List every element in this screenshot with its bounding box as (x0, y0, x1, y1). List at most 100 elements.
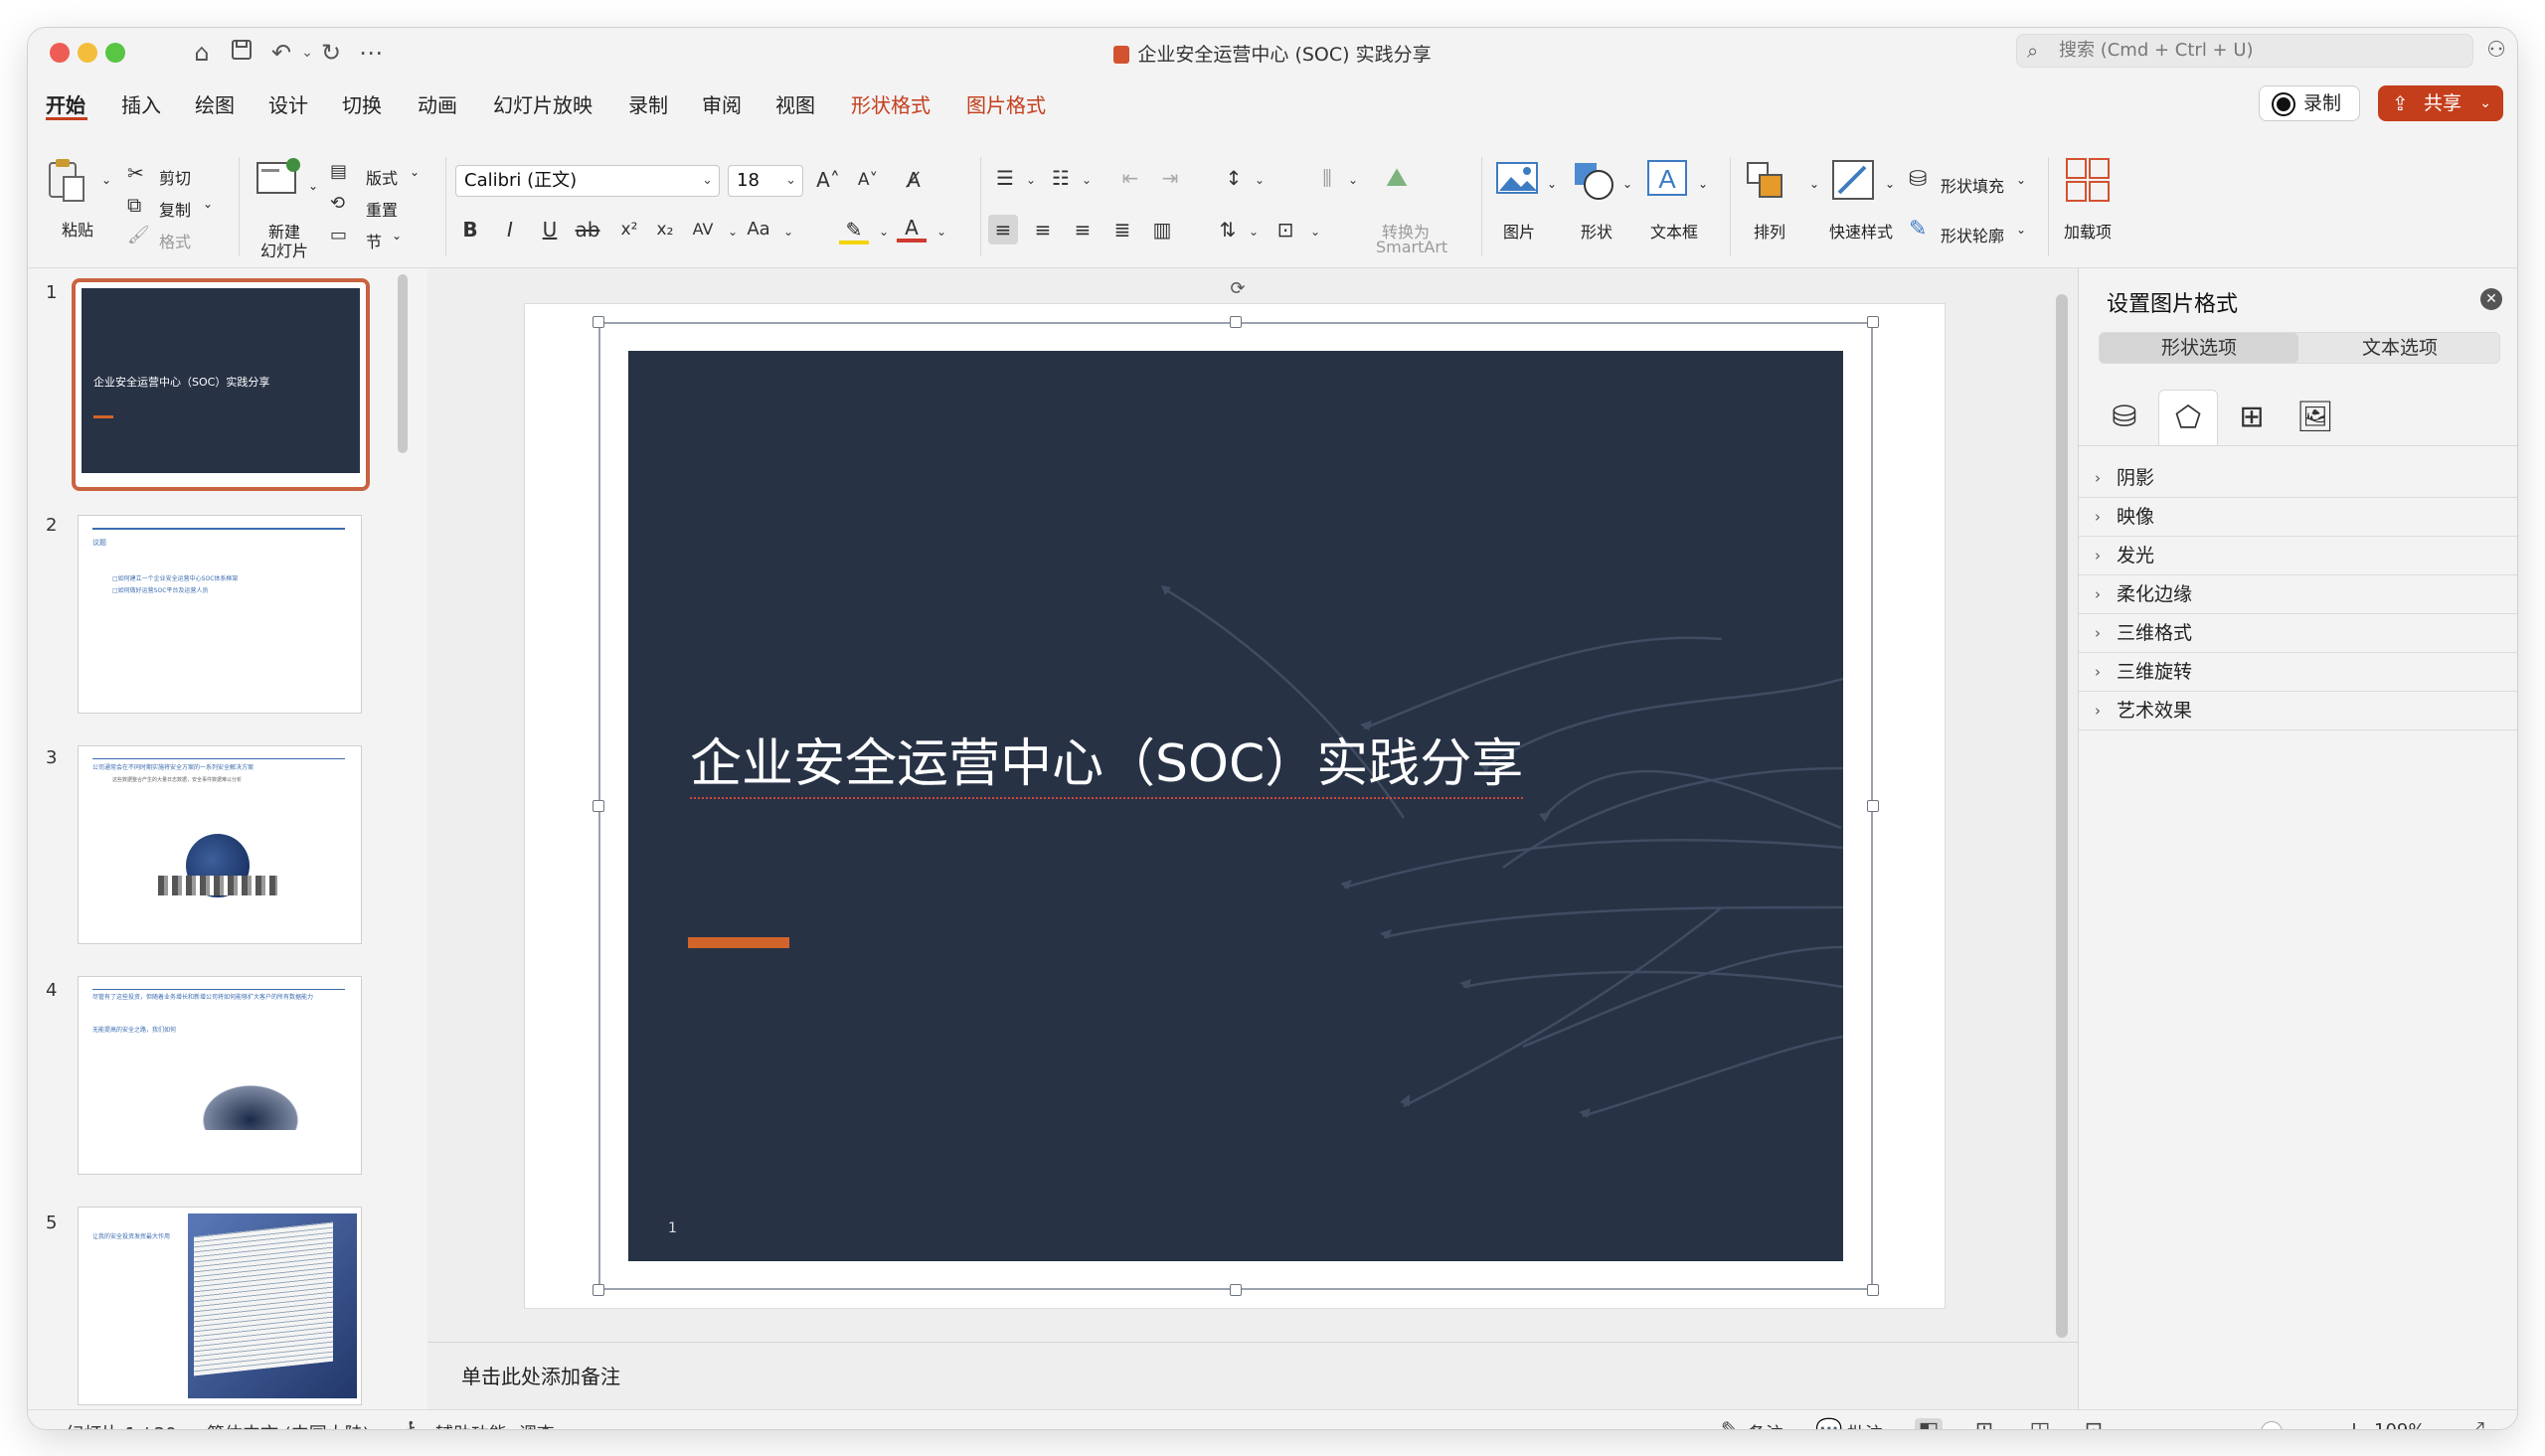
tab-animations[interactable]: 动画 (418, 89, 457, 118)
comments-icon[interactable]: 💬 (1815, 1418, 1843, 1429)
record-button[interactable]: 录制 (2259, 85, 2360, 121)
convert-smartart-label-2[interactable]: SmartArt (1376, 238, 1447, 256)
chevron-down-icon[interactable]: ⌄ (1547, 177, 1557, 191)
shape-icon[interactable] (1567, 159, 1620, 205)
section-reflection[interactable]: › 映像 (2079, 498, 2517, 537)
shape-fill-icon[interactable]: ⛁ (1909, 167, 1927, 192)
notes-button[interactable]: 备注 (1748, 1420, 1783, 1429)
thumbnail-slide-3[interactable]: 公司通常会在不同时期实施将安全方案的一系列安全解决方案 这些数据整合产生的大量日… (78, 745, 362, 944)
section-icon[interactable]: ▭ (330, 225, 347, 245)
font-name-select[interactable]: Calibri (正文) ⌄ (455, 165, 720, 197)
new-slide-button[interactable] (251, 157, 304, 203)
chevron-down-icon[interactable]: ⌄ (1338, 165, 1368, 195)
picture-icon[interactable] (1491, 159, 1545, 205)
chevron-down-icon[interactable]: ⌄ (2016, 223, 2026, 237)
superscript-icon[interactable]: x² (614, 215, 644, 244)
align-left-icon[interactable]: ≡ (988, 215, 1018, 244)
tab-draw[interactable]: 绘图 (195, 89, 235, 118)
underline-icon[interactable]: U (535, 215, 565, 244)
chevron-down-icon[interactable]: ⌄ (1809, 177, 1819, 191)
quick-styles-icon[interactable] (1827, 159, 1881, 205)
section-glow[interactable]: › 发光 (2079, 537, 2517, 575)
section-3d-format[interactable]: › 三维格式 (2079, 614, 2517, 653)
effects-icon[interactable]: ⬠ (2158, 390, 2218, 445)
rotate-handle-icon[interactable]: ⟳ (1227, 278, 1249, 300)
zoom-slider-handle[interactable] (2261, 1421, 2283, 1429)
section-3d-rotation[interactable]: › 三维旋转 (2079, 653, 2517, 692)
arrange-button[interactable]: 排列 (1754, 219, 1785, 243)
language-status[interactable]: 简体中文 (中国大陆) (207, 1420, 370, 1429)
tab-shape-format[interactable]: 形状格式 (851, 89, 931, 118)
chevron-down-icon[interactable]: ⌄ (1622, 177, 1632, 191)
align-right-icon[interactable]: ≡ (1068, 215, 1098, 244)
tab-review[interactable]: 审阅 (702, 89, 742, 118)
arrange-icon[interactable] (1740, 159, 1793, 205)
thumbnails-scrollbar[interactable] (398, 274, 408, 453)
chevron-down-icon[interactable]: ⌄ (1239, 217, 1269, 246)
notes-icon[interactable]: ✎ (1716, 1418, 1744, 1429)
increase-indent-icon[interactable]: ⇥ (1155, 163, 1185, 193)
thumbnail-slide-5[interactable]: 让我的安全投资发挥最大作用 (78, 1207, 362, 1405)
thumbnail-slide-4[interactable]: 尽管有了这些投资，但随着业务增长和新增公司将如何能够扩大客户的所有数据能力 无能… (78, 976, 362, 1175)
format-painter-button[interactable]: 格式 (159, 229, 191, 252)
picture-selection-frame[interactable] (598, 322, 1873, 1290)
thumbnail-slide-1[interactable]: 企业安全运营中心（SOC）实践分享 (72, 278, 370, 491)
font-size-select[interactable]: 18 ⌄ (728, 165, 803, 197)
picture-icon[interactable]: 🖼 (2286, 390, 2345, 445)
accessibility-icon[interactable]: ♿ (400, 1418, 427, 1429)
reading-view-icon[interactable]: ◫ (2026, 1418, 2054, 1429)
share-button[interactable]: ⇪ 共享 ⌄ (2378, 85, 2503, 121)
chevron-down-icon[interactable]: ⌄ (1885, 177, 1895, 191)
font-color-icon[interactable]: A (897, 213, 927, 243)
resize-handle[interactable] (1867, 316, 1879, 328)
resize-handle[interactable] (593, 800, 604, 812)
reset-icon[interactable]: ⟲ (330, 193, 345, 214)
cut-icon[interactable]: ✂ (127, 161, 144, 185)
decrease-indent-icon[interactable]: ⇤ (1115, 163, 1145, 193)
copy-dropdown-icon[interactable]: ⌄ (203, 197, 213, 211)
italic-icon[interactable]: I (495, 215, 525, 244)
copy-button[interactable]: 复制 (159, 197, 191, 221)
layout-icon[interactable]: ▤ (330, 161, 347, 182)
collaborate-icon[interactable]: ⚇ (2481, 36, 2511, 66)
tab-record[interactable]: 录制 (628, 89, 668, 118)
resize-handle[interactable] (593, 316, 604, 328)
chevron-down-icon[interactable]: ⌄ (2016, 173, 2026, 187)
clear-formatting-icon[interactable]: A̸ (899, 165, 929, 195)
chevron-down-icon[interactable]: ⌄ (1016, 165, 1046, 195)
paste-button[interactable] (40, 157, 93, 203)
tab-picture-format[interactable]: 图片格式 (966, 89, 1046, 118)
search-input[interactable]: ⌕ 搜索 (Cmd + Ctrl + U) (2016, 34, 2473, 68)
subscript-icon[interactable]: x₂ (650, 215, 680, 244)
fit-to-window-icon[interactable]: ⤢ (2461, 1418, 2489, 1429)
normal-view-icon[interactable]: ◧ (1915, 1418, 1943, 1429)
resize-handle[interactable] (1867, 800, 1879, 812)
section-shadow[interactable]: › 阴影 (2079, 459, 2517, 498)
tab-home[interactable]: 开始 (46, 89, 85, 118)
shape-options-tab[interactable]: 形状选项 (2100, 333, 2298, 363)
shape-outline-icon[interactable]: ✎ (1909, 217, 1927, 242)
resize-handle[interactable] (1230, 316, 1242, 328)
text-options-tab[interactable]: 文本选项 (2300, 333, 2499, 363)
tab-insert[interactable]: 插入 (121, 89, 161, 118)
section-soft-edges[interactable]: › 柔化边缘 (2079, 575, 2517, 614)
close-icon[interactable]: ✕ (2480, 288, 2502, 310)
fill-line-icon[interactable]: ⛁ (2095, 390, 2154, 445)
addins-icon[interactable] (2062, 157, 2116, 203)
paste-dropdown-icon[interactable]: ⌄ (101, 173, 111, 187)
character-spacing-icon[interactable]: AV (688, 215, 718, 244)
thumbnail-slide-2[interactable]: 议题 □如何建立一个企业安全运营中心SOC体系框架 □如何做好运营SOC平台及运… (78, 515, 362, 714)
textbox-button[interactable]: 文本框 (1650, 219, 1698, 243)
tab-transitions[interactable]: 切换 (342, 89, 382, 118)
picture-button[interactable]: 图片 (1503, 219, 1535, 243)
chevron-down-icon[interactable]: ⌄ (773, 217, 803, 246)
chevron-down-icon[interactable]: ⌄ (1300, 217, 1330, 246)
tab-slideshow[interactable]: 幻灯片放映 (493, 89, 593, 118)
shape-outline-button[interactable]: 形状轮廓 (1941, 223, 2004, 246)
section-dropdown-icon[interactable]: ⌄ (392, 229, 402, 243)
resize-handle[interactable] (593, 1284, 604, 1296)
increase-font-icon[interactable]: A˄ (813, 165, 843, 195)
new-slide-dropdown-icon[interactable]: ⌄ (308, 179, 318, 193)
chevron-down-icon[interactable]: ⌄ (1072, 165, 1102, 195)
chevron-down-icon[interactable]: ⌄ (869, 217, 899, 246)
